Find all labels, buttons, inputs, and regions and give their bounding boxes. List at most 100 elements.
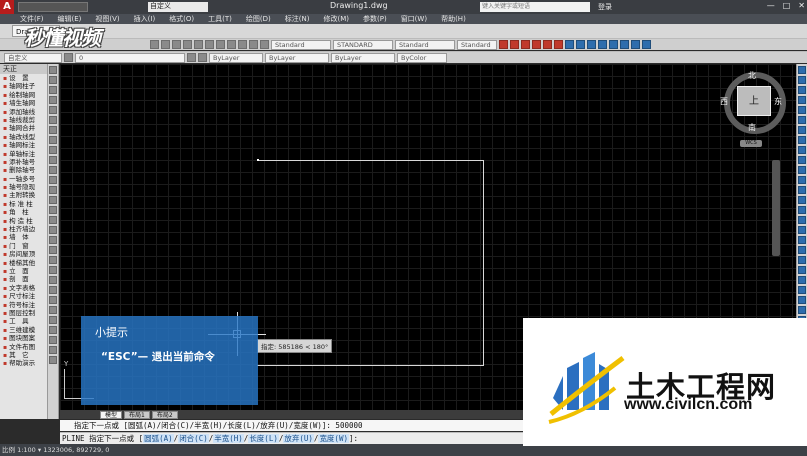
palette-item[interactable]: 添加轴线 bbox=[0, 108, 47, 116]
draw-tool-icon[interactable] bbox=[49, 146, 57, 154]
draw-rectangle-icon[interactable] bbox=[532, 40, 541, 49]
draw-tool-icon[interactable] bbox=[49, 126, 57, 134]
search-input[interactable]: 键入关键字或短语 bbox=[480, 2, 590, 12]
palette-item[interactable]: 符号标注 bbox=[0, 301, 47, 309]
draw-tool-icon[interactable] bbox=[49, 136, 57, 144]
menu-item-help[interactable]: 帮助(H) bbox=[441, 14, 466, 24]
tool-palette-icon[interactable] bbox=[216, 40, 225, 49]
palette-item[interactable]: 尺寸标注 bbox=[0, 292, 47, 300]
draw-tool-icon[interactable] bbox=[49, 116, 57, 124]
palette-item[interactable]: 主附转换 bbox=[0, 191, 47, 199]
palette-item[interactable]: 文字表格 bbox=[0, 284, 47, 292]
modify-tool-icon[interactable] bbox=[798, 76, 806, 84]
palette-item[interactable]: 轴改线型 bbox=[0, 133, 47, 141]
modify-tool-icon[interactable] bbox=[798, 126, 806, 134]
draw-polyline-icon[interactable] bbox=[510, 40, 519, 49]
modify-tool-icon[interactable] bbox=[798, 216, 806, 224]
modify-tool-icon[interactable] bbox=[798, 66, 806, 74]
explode-icon[interactable] bbox=[642, 40, 651, 49]
palette-item[interactable]: 轴网柱子 bbox=[0, 82, 47, 90]
draw-tool-icon[interactable] bbox=[49, 286, 57, 294]
modify-tool-icon[interactable] bbox=[798, 246, 806, 254]
modify-tool-icon[interactable] bbox=[798, 256, 806, 264]
palette-item[interactable]: 一轴多号 bbox=[0, 175, 47, 183]
modify-tool-icon[interactable] bbox=[798, 266, 806, 274]
palette-item[interactable]: 柱齐墙边 bbox=[0, 225, 47, 233]
palette-item[interactable]: 轴网标注 bbox=[0, 141, 47, 149]
viewcube-south[interactable]: 南 bbox=[748, 122, 756, 133]
markup-icon[interactable] bbox=[238, 40, 247, 49]
modify-tool-icon[interactable] bbox=[798, 176, 806, 184]
tab-layout1[interactable]: 布局1 bbox=[124, 410, 150, 419]
viewcube-north[interactable]: 北 bbox=[748, 70, 756, 81]
layer-state-icon[interactable] bbox=[198, 53, 207, 62]
draw-tool-icon[interactable] bbox=[49, 96, 57, 104]
rotate-icon[interactable] bbox=[587, 40, 596, 49]
modify-tool-icon[interactable] bbox=[798, 196, 806, 204]
close-button[interactable]: ✕ bbox=[798, 1, 805, 10]
menu-item-dimension[interactable]: 标注(N) bbox=[285, 14, 310, 24]
modify-tool-icon[interactable] bbox=[798, 86, 806, 94]
draw-tool-icon[interactable] bbox=[49, 106, 57, 114]
draw-tool-icon[interactable] bbox=[49, 296, 57, 304]
palette-item[interactable]: 墙 体 bbox=[0, 233, 47, 241]
draw-tool-icon[interactable] bbox=[49, 86, 57, 94]
palette-item[interactable]: 剖 面 bbox=[0, 275, 47, 283]
plotstyle-select[interactable]: ByColor bbox=[397, 52, 447, 63]
draw-tool-icon[interactable] bbox=[49, 246, 57, 254]
modify-tool-icon[interactable] bbox=[798, 286, 806, 294]
properties-icon[interactable] bbox=[194, 40, 203, 49]
design-center-icon[interactable] bbox=[205, 40, 214, 49]
maximize-button[interactable]: □ bbox=[783, 1, 791, 10]
zoom-window-icon[interactable] bbox=[172, 40, 181, 49]
draw-tool-icon[interactable] bbox=[49, 336, 57, 344]
calculator-icon[interactable] bbox=[249, 40, 258, 49]
palette-item[interactable]: 轴号隐现 bbox=[0, 183, 47, 191]
draw-tool-icon[interactable] bbox=[49, 196, 57, 204]
palette-item[interactable]: 构 造 柱 bbox=[0, 217, 47, 225]
wcs-menu[interactable]: WCS bbox=[740, 140, 762, 147]
modify-tool-icon[interactable] bbox=[798, 146, 806, 154]
palette-item[interactable]: 门 窗 bbox=[0, 242, 47, 250]
zoom-previous-icon[interactable] bbox=[183, 40, 192, 49]
menu-item-draw[interactable]: 绘图(D) bbox=[246, 14, 271, 24]
palette-item[interactable]: 角 柱 bbox=[0, 208, 47, 216]
modify-tool-icon[interactable] bbox=[798, 276, 806, 284]
menu-item-tools[interactable]: 工具(T) bbox=[208, 14, 232, 24]
draw-tool-icon[interactable] bbox=[49, 316, 57, 324]
palette-item[interactable]: 房间屋顶 bbox=[0, 250, 47, 258]
draw-tool-icon[interactable] bbox=[49, 216, 57, 224]
modify-tool-icon[interactable] bbox=[798, 116, 806, 124]
tab-layout2[interactable]: 布局2 bbox=[151, 410, 178, 419]
trim-icon[interactable] bbox=[609, 40, 618, 49]
draw-tool-icon[interactable] bbox=[49, 156, 57, 164]
option-halfwidth[interactable]: 半宽(H) bbox=[213, 434, 244, 443]
palette-item[interactable]: 单轴标注 bbox=[0, 150, 47, 158]
palette-item[interactable]: 添补轴号 bbox=[0, 158, 47, 166]
minimize-button[interactable]: — bbox=[767, 1, 775, 10]
layer-select[interactable]: 0 bbox=[75, 52, 185, 63]
fillet-icon[interactable] bbox=[631, 40, 640, 49]
palette-item[interactable]: 图层控制 bbox=[0, 309, 47, 317]
draw-tool-icon[interactable] bbox=[49, 226, 57, 234]
viewcube-east[interactable]: 东 bbox=[774, 96, 782, 107]
mleader-style-select[interactable]: Standard bbox=[457, 39, 497, 50]
palette-item[interactable]: 帮助演示 bbox=[0, 359, 47, 367]
navigation-bar[interactable] bbox=[772, 160, 780, 256]
option-undo[interactable]: 放弃(U) bbox=[283, 434, 314, 443]
draw-tool-icon[interactable] bbox=[49, 176, 57, 184]
table-style-select[interactable]: Standard bbox=[395, 39, 455, 50]
draw-arc-icon[interactable] bbox=[543, 40, 552, 49]
color-select[interactable]: ByLayer bbox=[209, 52, 263, 63]
draw-tool-icon[interactable] bbox=[49, 186, 57, 194]
sheet-set-icon[interactable] bbox=[227, 40, 236, 49]
palette-item[interactable]: 删除轴号 bbox=[0, 166, 47, 174]
help-icon[interactable] bbox=[260, 40, 269, 49]
palette-item[interactable]: 绘制轴网 bbox=[0, 91, 47, 99]
modify-tool-icon[interactable] bbox=[798, 96, 806, 104]
modify-tool-icon[interactable] bbox=[798, 156, 806, 164]
modify-tool-icon[interactable] bbox=[798, 136, 806, 144]
draw-tool-icon[interactable] bbox=[49, 256, 57, 264]
palette-item[interactable]: 轴线裁剪 bbox=[0, 116, 47, 124]
palette-item[interactable]: 工 具 bbox=[0, 317, 47, 325]
